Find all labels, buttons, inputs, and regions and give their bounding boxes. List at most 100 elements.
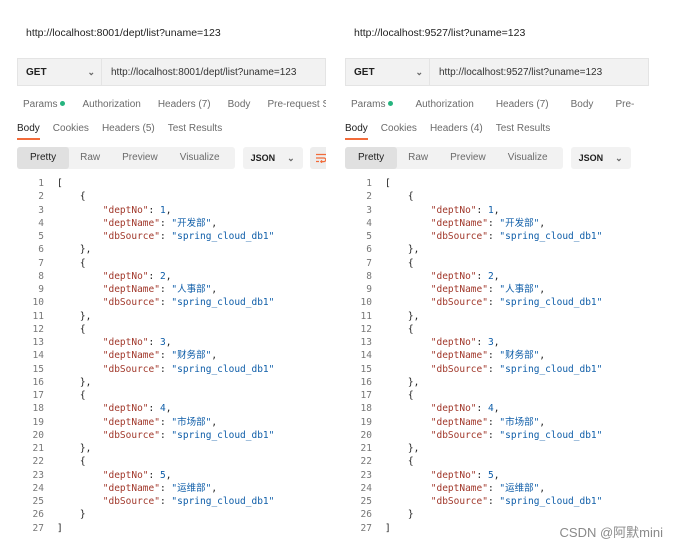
- code-text: "dbSource": "spring_cloud_db1": [102, 363, 275, 375]
- line-number: 20: [32, 429, 44, 441]
- json-body: 1[2 {3 "deptNo": 1, 4 "deptName": "开发部", 5…: [22, 177, 275, 535]
- tab-response-body[interactable]: Body: [345, 118, 368, 140]
- code-line: 23 "deptNo": 5,: [22, 469, 274, 482]
- tab-params[interactable]: Params: [23, 99, 66, 110]
- code-line: 18 "deptNo": 4,: [22, 402, 274, 415]
- code-text: "deptNo": 5,: [102, 469, 172, 481]
- code-line: 15 "dbSource": "spring_cloud_db1": [22, 363, 275, 376]
- code-line: 6 },: [350, 243, 602, 256]
- status-dot-icon: [60, 101, 66, 106]
- view-visualize[interactable]: Visualize: [169, 147, 231, 169]
- tab-response-headers[interactable]: Headers (4): [430, 118, 483, 140]
- format-select[interactable]: JSON ⌄: [570, 147, 631, 169]
- tab-pre-request[interactable]: Pre-: [615, 99, 634, 110]
- line-number: 4: [38, 217, 44, 229]
- code-text: {: [57, 257, 86, 269]
- tab-params[interactable]: Params: [351, 99, 394, 110]
- request-title: http://localhost:9527/list?uname=123: [354, 27, 526, 39]
- code-line: 24 "deptName": "运维部",: [22, 482, 274, 495]
- line-number: 10: [360, 297, 372, 309]
- method-select[interactable]: GET ⌄: [345, 58, 429, 86]
- code-line: 9 "deptName": "人事部",: [350, 283, 602, 296]
- code-line: 4 "deptName": "开发部",: [350, 217, 602, 230]
- line-number: 9: [366, 284, 372, 295]
- tab-response-headers[interactable]: Headers (5): [102, 118, 155, 140]
- line-number: 5: [366, 231, 372, 242]
- line-number: 22: [360, 456, 372, 468]
- code-line: 7 {: [350, 257, 602, 270]
- code-text: "dbSource": "spring_cloud_db1": [102, 496, 275, 507]
- url-input[interactable]: http://localhost:8001/dept/list?uname=12…: [101, 58, 326, 86]
- view-raw[interactable]: Raw: [69, 147, 111, 169]
- code-text: }: [385, 509, 414, 521]
- tab-headers[interactable]: Headers (7): [158, 99, 211, 110]
- code-text: },: [57, 443, 92, 454]
- chevron-down-icon: ⌄: [287, 152, 295, 163]
- code-text: "dbSource": "spring_cloud_db1": [430, 429, 603, 441]
- code-line: 5 "dbSource": "spring_cloud_db1": [350, 230, 602, 243]
- code-line: 17 {: [350, 389, 602, 402]
- view-visualize[interactable]: Visualize: [497, 147, 559, 169]
- code-text: "dbSource": "spring_cloud_db1": [102, 231, 275, 242]
- tab-pre-request[interactable]: Pre-request Sc: [267, 99, 326, 110]
- tab-body[interactable]: Body: [228, 99, 251, 110]
- code-text: {: [57, 390, 86, 401]
- tab-cookies[interactable]: Cookies: [53, 118, 89, 140]
- url-input[interactable]: http://localhost:9527/list?uname=123: [429, 58, 649, 86]
- code-text: "deptNo": 5,: [430, 469, 500, 481]
- method-select[interactable]: GET ⌄: [17, 58, 101, 86]
- code-text: [: [385, 178, 391, 189]
- view-toolbar: Pretty Raw Preview Visualize JSON ⌄: [345, 147, 631, 169]
- view-preview[interactable]: Preview: [439, 147, 497, 169]
- code-line: 4 "deptName": "开发部",: [22, 217, 274, 230]
- view-raw[interactable]: Raw: [397, 147, 439, 169]
- code-line: 19 "deptName": "市场部",: [22, 416, 274, 429]
- format-select[interactable]: JSON ⌄: [242, 147, 303, 169]
- code-text: "deptName": "开发部",: [430, 217, 546, 229]
- line-number: 20: [360, 429, 372, 441]
- code-text: },: [385, 244, 420, 256]
- tab-body[interactable]: Body: [571, 99, 594, 110]
- line-number: 18: [360, 403, 372, 415]
- tab-cookies[interactable]: Cookies: [381, 118, 417, 140]
- code-text: "deptName": "财务部",: [102, 350, 218, 362]
- wrap-lines-button[interactable]: [309, 147, 326, 169]
- view-pretty[interactable]: Pretty: [345, 147, 398, 169]
- line-number: 19: [32, 416, 44, 428]
- tab-test-results[interactable]: Test Results: [168, 118, 222, 140]
- code-text: "deptName": "市场部",: [430, 416, 546, 428]
- code-line: 12 {: [22, 323, 274, 336]
- tab-authorization[interactable]: Authorization: [415, 99, 473, 110]
- line-number: 11: [360, 310, 372, 322]
- tab-test-results[interactable]: Test Results: [496, 118, 550, 140]
- view-pretty[interactable]: Pretty: [17, 147, 70, 169]
- line-number: 8: [366, 270, 372, 282]
- line-number: 22: [32, 456, 44, 468]
- line-number: 4: [366, 217, 372, 229]
- line-number: 14: [32, 350, 44, 362]
- view-mode-group: Pretty Raw Preview Visualize: [17, 147, 235, 169]
- code-line: 6 },: [22, 243, 274, 256]
- code-line: 8 "deptNo": 2,: [22, 270, 274, 283]
- code-text: {: [385, 191, 414, 203]
- code-text: "deptName": "人事部",: [102, 284, 218, 295]
- tab-response-body[interactable]: Body: [17, 118, 40, 140]
- line-number: 2: [38, 191, 44, 203]
- method-label: GET: [26, 66, 47, 78]
- code-text: "dbSource": "spring_cloud_db1": [430, 297, 603, 309]
- code-line: 22 {: [350, 455, 602, 468]
- code-text: "deptName": "人事部",: [430, 284, 546, 295]
- code-text: "deptNo": 1,: [102, 204, 172, 216]
- tab-authorization[interactable]: Authorization: [82, 99, 140, 110]
- code-line: 21 },: [350, 442, 602, 455]
- code-text: [: [57, 178, 63, 189]
- method-label: GET: [354, 66, 375, 78]
- view-preview[interactable]: Preview: [111, 147, 169, 169]
- line-number: 15: [360, 363, 372, 375]
- tab-headers[interactable]: Headers (7): [496, 99, 549, 110]
- code-text: },: [57, 310, 92, 322]
- code-line: 1[: [22, 177, 274, 190]
- chevron-down-icon: ⌄: [87, 66, 95, 77]
- code-line: 16 },: [350, 376, 602, 389]
- line-number: 27: [32, 522, 44, 534]
